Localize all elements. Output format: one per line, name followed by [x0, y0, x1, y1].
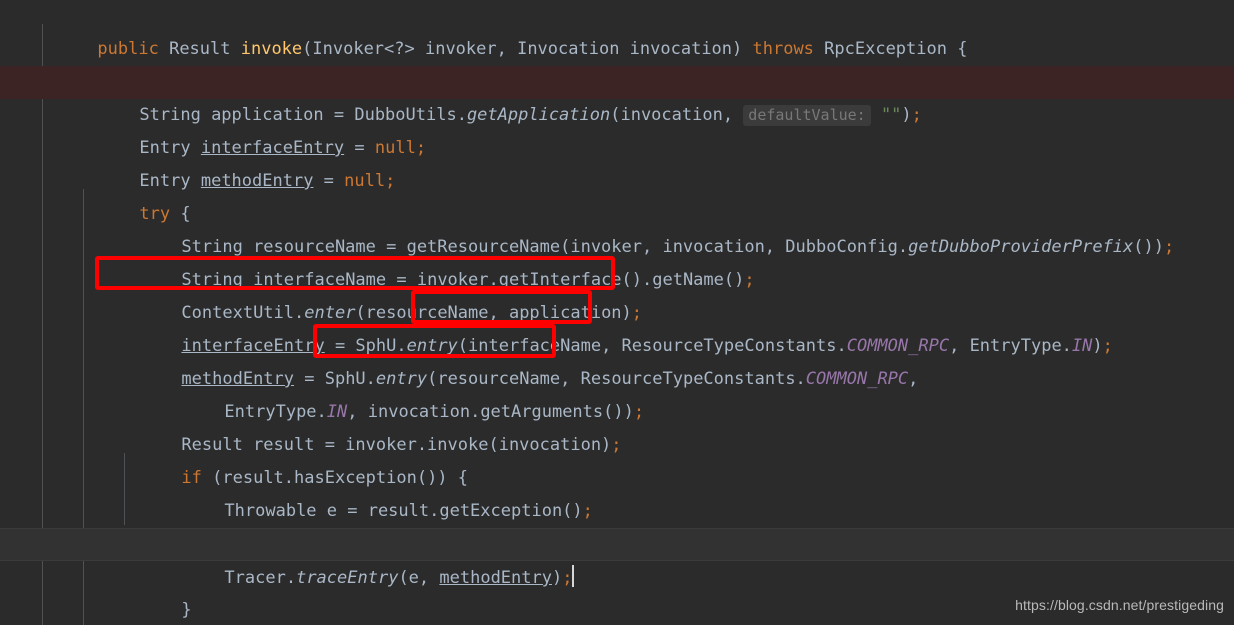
code-line-5[interactable]: Entry methodEntry = null; [0, 132, 1234, 191]
code-line-8[interactable]: String interfaceName = invoker.getInterf… [0, 231, 1234, 290]
code-line-17-current[interactable]: Tracer.traceEntry(e, methodEntry); [0, 528, 1234, 588]
code-line-7[interactable]: String resourceName = getResourceName(in… [0, 198, 1234, 257]
code-line-10[interactable]: interfaceEntry = SphU.entry(interfaceNam… [0, 297, 1234, 356]
code-line-15[interactable]: Throwable e = result.getException(); [0, 462, 1234, 521]
code-line-3-highlighted[interactable]: String application = DubboUtils.getAppli… [0, 66, 1234, 126]
code-line-6[interactable]: try { [0, 165, 1234, 224]
code-line-16[interactable]: Tracer.traceEntry(e, interfaceEntry); [0, 495, 1234, 554]
code-line-14[interactable]: if (result.hasException()) { [0, 429, 1234, 488]
code-line-11[interactable]: methodEntry = SphU.entry(resourceName, R… [0, 330, 1234, 389]
code-line-13[interactable]: Result result = invoker.invoke(invocatio… [0, 396, 1234, 455]
code-line-1[interactable]: public Result invoke(Invoker<?> invoker,… [0, 0, 1234, 59]
code-editor-viewport[interactable]: public Result invoke(Invoker<?> invoker,… [0, 0, 1234, 625]
code-line-9[interactable]: ContextUtil.enter(resourceName, applicat… [0, 264, 1234, 323]
code-line-2[interactable]: // Get origin caller. [0, 33, 1234, 92]
code-line-4[interactable]: Entry interfaceEntry = null; [0, 99, 1234, 158]
code-line-12[interactable]: EntryType.IN, invocation.getArguments())… [0, 363, 1234, 422]
code-lines-container[interactable]: public Result invoke(Invoker<?> invoker,… [0, 0, 1234, 625]
watermark-blog-url: https://blog.csdn.net/prestigeding [1015, 597, 1224, 613]
